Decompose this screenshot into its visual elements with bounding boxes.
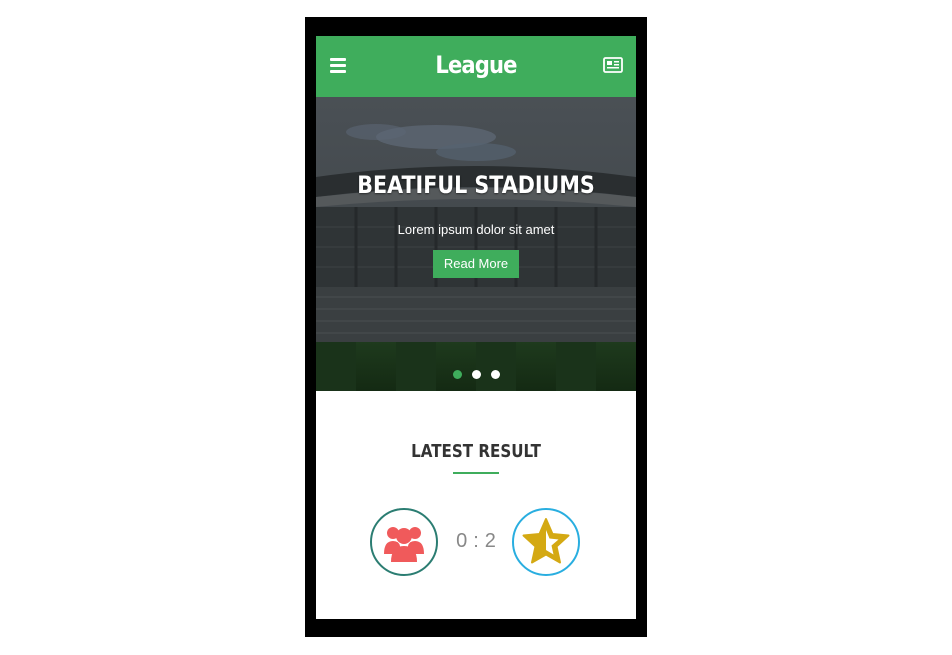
away-score: 2	[484, 530, 496, 552]
team-star-icon	[522, 518, 570, 564]
slider-dot-2[interactable]	[471, 370, 481, 379]
slider-pagination	[316, 370, 636, 379]
latest-result-title: LATEST RESULT	[411, 441, 541, 462]
hero-title: BEATIFUL STADIUMS	[357, 171, 595, 199]
home-team-logo[interactable]	[370, 508, 438, 576]
hero-subtitle: Lorem ipsum dolor sit amet	[397, 222, 555, 237]
newspaper-icon[interactable]	[603, 57, 623, 73]
home-score: 0	[456, 530, 468, 552]
app-header: League	[316, 36, 636, 97]
phone-frame: League BEATIFUL STADIUMS Lorem ipsum dol…	[305, 17, 647, 637]
team-people-icon	[384, 527, 424, 562]
app-screen: League BEATIFUL STADIUMS Lorem ipsum dol…	[316, 36, 636, 619]
app-title: League	[435, 51, 517, 79]
score-separator: :	[473, 530, 479, 552]
match-score: 0:2	[446, 530, 506, 553]
read-more-button[interactable]: Read More	[433, 250, 519, 278]
slider-dot-1[interactable]	[452, 370, 462, 379]
hero-slider[interactable]: BEATIFUL STADIUMS Lorem ipsum dolor sit …	[316, 97, 636, 391]
section-underline	[453, 472, 499, 474]
slider-dot-3[interactable]	[490, 370, 500, 379]
away-team-logo[interactable]	[512, 508, 580, 576]
stadium-background-image	[316, 97, 636, 391]
